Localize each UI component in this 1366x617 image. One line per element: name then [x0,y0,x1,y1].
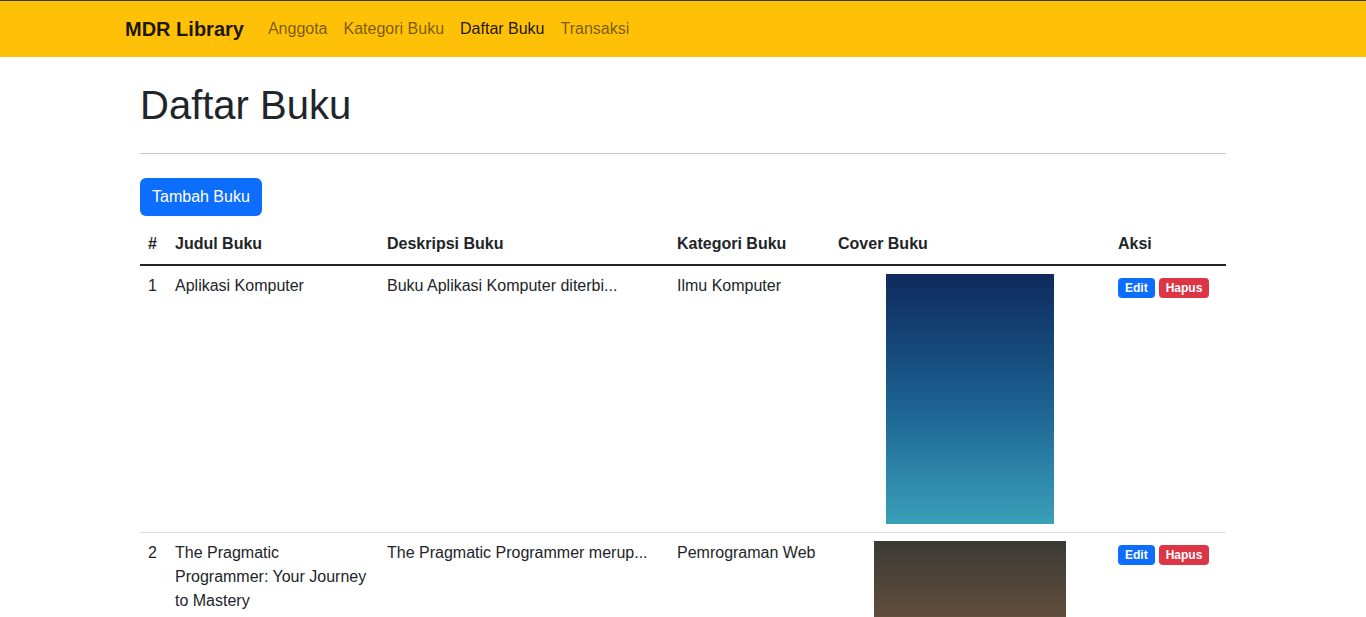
add-book-button[interactable]: Tambah Buku [140,178,262,216]
book-title: Aplikasi Komputer [167,265,379,533]
book-table: #Judul BukuDeskripsi BukuKategori BukuCo… [140,224,1226,617]
delete-button[interactable]: Hapus [1159,278,1210,298]
nav-link[interactable]: Anggota [260,9,336,49]
divider [140,153,1226,154]
app: MDR LibraryAnggotaKategori BukuDaftar Bu… [0,0,1366,617]
book-title: The Pragmatic Programmer: Your Journey t… [167,533,379,617]
table-row: 1Aplikasi KomputerBuku Aplikasi Komputer… [140,265,1226,533]
book-cover [874,541,1066,617]
table-row: 2The Pragmatic Programmer: Your Journey … [140,533,1226,617]
edit-button[interactable]: Edit [1118,545,1155,565]
nav-link[interactable]: Kategori Buku [336,9,453,49]
page-title: Daftar Buku [140,81,1226,129]
column-header: Cover Buku [830,224,1110,265]
nav-links: AnggotaKategori BukuDaftar BukuTransaksi [260,9,637,49]
content: Daftar Buku Tambah Buku #Judul BukuDeskrip… [140,57,1226,617]
column-header: Kategori Buku [669,224,830,265]
row-number: 1 [140,265,167,533]
table-header: #Judul BukuDeskripsi BukuKategori BukuCo… [140,224,1226,265]
edit-button[interactable]: Edit [1118,278,1155,298]
book-category: Pemrograman Web [669,533,830,617]
navbar: MDR Library AnggotaKategori BukuDaftar Bu… [0,0,1366,57]
nav-link[interactable]: Daftar Buku [452,9,552,49]
book-description: The Pragmatic Programmer merup... [379,533,669,617]
navbar-brand[interactable]: MDR Library [125,10,244,48]
nav-link[interactable]: Transaksi [553,9,638,49]
book-category: Ilmu Komputer [669,265,830,533]
book-cover [886,274,1054,524]
column-header: Deskripsi Buku [379,224,669,265]
column-header: # [140,224,167,265]
row-number: 2 [140,533,167,617]
book-description: Buku Aplikasi Komputer diterbi... [379,265,669,533]
delete-button[interactable]: Hapus [1159,545,1210,565]
column-header: Judul Buku [167,224,379,265]
column-header: Aksi [1110,224,1226,265]
